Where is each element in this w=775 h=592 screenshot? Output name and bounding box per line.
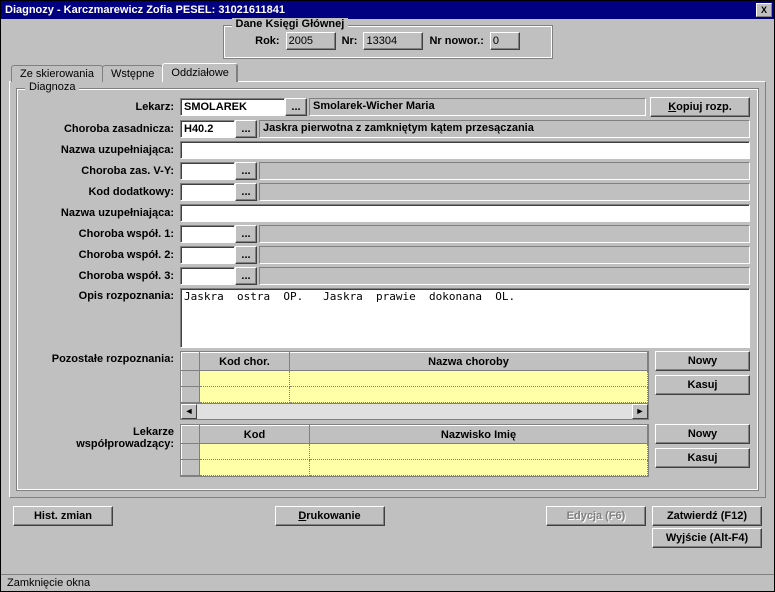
chvy-kod-input[interactable] — [180, 162, 235, 180]
tabs: Ze skierowania Wstępne Oddziałowe — [11, 65, 766, 82]
chw2-nazwa — [259, 246, 750, 264]
titlebar: Diagnozy - Karczmarewicz Zofia PESEL: 31… — [1, 1, 774, 19]
hscroll[interactable]: ◄ ► — [181, 403, 648, 419]
bottom-toolbar: Hist. zmian Drukowanie Edycja (F6) Zatwi… — [9, 498, 766, 528]
zatwierdz-button[interactable]: Zatwierdź (F12) — [652, 506, 762, 526]
close-icon[interactable]: X — [756, 3, 772, 17]
drukowanie-button[interactable]: Drukowanie — [275, 506, 385, 526]
diagnoza-fieldset: Diagnoza Lekarz: ... Smolarek-Wicher Mar… — [16, 88, 759, 491]
kopiuj-rozp-button[interactable]: Kopiuj rozp. — [650, 97, 750, 117]
chw1-label: Choroba współ. 1: — [25, 228, 180, 240]
chz-label: Choroba zasadnicza: — [25, 123, 180, 135]
scroll-left-icon[interactable]: ◄ — [181, 404, 197, 419]
chz-kod-input[interactable] — [180, 120, 235, 138]
kodd-lookup-button[interactable]: ... — [235, 183, 257, 201]
wyjscie-button[interactable]: Wyjście (Alt-F4) — [652, 528, 762, 548]
g2-col-kod: Kod — [200, 426, 310, 444]
g1-col-kod: Kod chor. — [200, 353, 290, 371]
window: Diagnozy - Karczmarewicz Zofia PESEL: 31… — [0, 0, 775, 592]
window-title: Diagnozy - Karczmarewicz Zofia PESEL: 31… — [5, 4, 756, 16]
chw2-lookup-button[interactable]: ... — [235, 246, 257, 264]
chw3-nazwa — [259, 267, 750, 285]
tab-ze-skierowania[interactable]: Ze skierowania — [11, 65, 103, 82]
lekarz-label: Lekarz: — [25, 101, 180, 113]
nazwau1-input[interactable] — [180, 141, 750, 159]
chw1-nazwa — [259, 225, 750, 243]
hist-zmian-button[interactable]: Hist. zmian — [13, 506, 113, 526]
tab-oddzialowe[interactable]: Oddziałowe — [162, 63, 237, 82]
pozostale-nowy-button[interactable]: Nowy — [655, 351, 750, 371]
chw1-lookup-button[interactable]: ... — [235, 225, 257, 243]
scroll-right-icon[interactable]: ► — [632, 404, 648, 419]
nazwau2-input[interactable] — [180, 204, 750, 222]
chw3-lookup-button[interactable]: ... — [235, 267, 257, 285]
lekarzewsp-label1: Lekarze — [133, 426, 174, 438]
dane-ksiegi-fieldset: Dane Księgi Głównej Rok: Nr: Nr nowor.: — [223, 25, 553, 59]
opis-label: Opis rozpoznania: — [25, 288, 180, 302]
chz-nazwa: Jaskra pierwotna z zamkniętym kątem prze… — [259, 120, 750, 138]
chw1-kod-input[interactable] — [180, 225, 235, 243]
nr-label: Nr: — [342, 35, 358, 47]
chvy-lookup-button[interactable]: ... — [235, 162, 257, 180]
statusbar: Zamknięcie okna — [1, 574, 774, 591]
nazwau2-label: Nazwa uzupełniająca: — [25, 207, 180, 219]
edycja-button: Edycja (F6) — [546, 506, 646, 526]
pozostale-kasuj-button[interactable]: Kasuj — [655, 375, 750, 395]
chw3-label: Choroba współ. 3: — [25, 270, 180, 282]
nrnowor-label: Nr nowor.: — [429, 35, 483, 47]
chw3-kod-input[interactable] — [180, 267, 235, 285]
lekarz-kod-input[interactable] — [180, 98, 285, 116]
tab-wstepne[interactable]: Wstępne — [102, 65, 163, 82]
nr-input[interactable] — [363, 32, 423, 50]
pozostale-label: Pozostałe rozpoznania: — [25, 351, 180, 365]
lekarz-nazwa: Smolarek-Wicher Maria — [309, 98, 646, 116]
g1-col-nazwa: Nazwa choroby — [290, 353, 648, 371]
tab-panel: Diagnoza Lekarz: ... Smolarek-Wicher Mar… — [9, 81, 766, 498]
chw2-label: Choroba współ. 2: — [25, 249, 180, 261]
rok-input[interactable] — [286, 32, 336, 50]
lekarz-lookup-button[interactable]: ... — [285, 98, 307, 116]
g2-col-nazwisko: Nazwisko Imię — [310, 426, 648, 444]
kodd-nazwa — [259, 183, 750, 201]
lekarze-nowy-button[interactable]: Nowy — [655, 424, 750, 444]
lekarzewsp-label2: współprowadzący: — [76, 438, 174, 450]
diagnoza-legend: Diagnoza — [25, 81, 79, 93]
chz-lookup-button[interactable]: ... — [235, 120, 257, 138]
nazwau1-label: Nazwa uzupełniająca: — [25, 144, 180, 156]
kodd-label: Kod dodatkowy: — [25, 186, 180, 198]
pozostale-grid[interactable]: Kod chor. Nazwa choroby ◄ ► — [180, 351, 649, 420]
chw2-kod-input[interactable] — [180, 246, 235, 264]
nrnowor-input[interactable] — [490, 32, 520, 50]
kodd-kod-input[interactable] — [180, 183, 235, 201]
opis-textarea[interactable]: Jaskra ostra OP. Jaskra prawie dokonana … — [180, 288, 750, 348]
lekarze-kasuj-button[interactable]: Kasuj — [655, 448, 750, 468]
chvy-label: Choroba zas. V-Y: — [25, 165, 180, 177]
chvy-nazwa — [259, 162, 750, 180]
lekarze-grid[interactable]: Kod Nazwisko Imię — [180, 424, 649, 477]
dane-legend: Dane Księgi Głównej — [232, 18, 349, 30]
rok-label: Rok: — [255, 35, 279, 47]
status-text: Zamknięcie okna — [7, 577, 90, 589]
